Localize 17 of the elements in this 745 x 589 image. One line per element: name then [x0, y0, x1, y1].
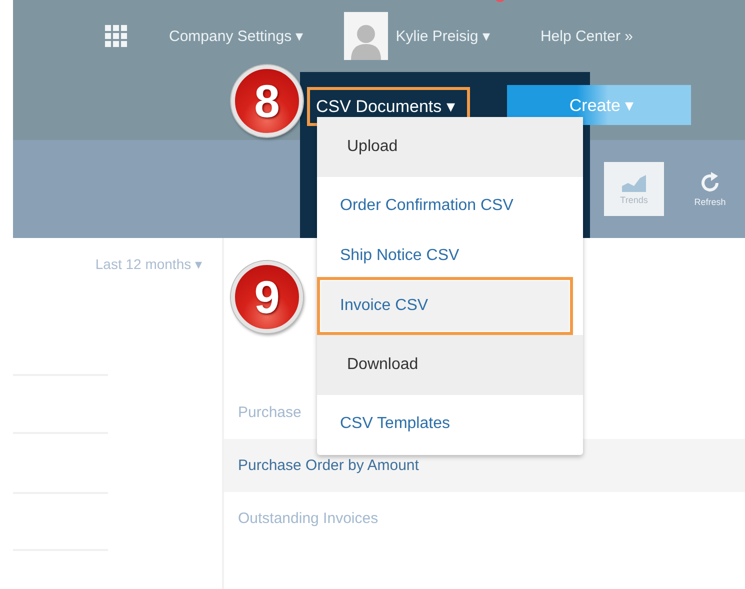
report-link[interactable]: Outstanding Invoices: [224, 492, 745, 545]
avatar-icon[interactable]: [344, 12, 388, 60]
user-menu[interactable]: Kylie Preisig ▾: [396, 27, 490, 45]
help-center-link[interactable]: Help Center »: [540, 28, 633, 44]
menu-item[interactable]: Ship Notice CSV: [317, 231, 583, 281]
date-range-dropdown[interactable]: Last 12 months ▾: [95, 256, 202, 272]
apps-grid-icon[interactable]: [105, 25, 127, 47]
menu-item[interactable]: Invoice CSV: [321, 281, 569, 331]
chart-icon: [622, 174, 646, 192]
refresh-icon: [699, 172, 721, 194]
company-settings-menu[interactable]: Company Settings ▾: [169, 27, 304, 45]
refresh-button[interactable]: Refresh: [680, 162, 740, 216]
menu-section-header: Download: [317, 335, 583, 395]
menu-section-header: Upload: [317, 117, 583, 177]
trends-button[interactable]: Trends: [604, 162, 664, 216]
create-button[interactable]: Create ▾: [507, 85, 692, 125]
menu-item[interactable]: Order Confirmation CSV: [317, 181, 583, 231]
